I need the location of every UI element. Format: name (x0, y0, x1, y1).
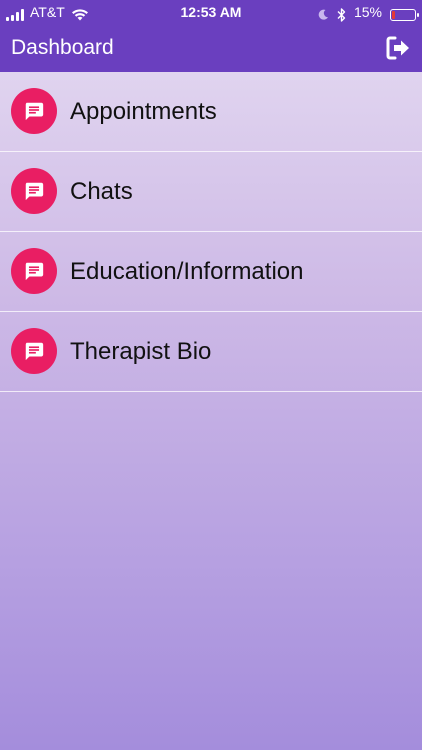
battery-fill (392, 10, 395, 19)
moon-icon (318, 9, 328, 20)
navbar: Dashboard (0, 24, 422, 72)
status-right: 15% (317, 0, 419, 24)
menu-item-label: Therapist Bio (70, 338, 212, 365)
chat-message-icon (11, 88, 57, 134)
chat-message-icon (25, 182, 44, 201)
chat-message-icon (11, 168, 57, 214)
menu-item-chats[interactable]: Chats (0, 152, 422, 232)
chat-message-icon (25, 342, 44, 361)
chat-message-icon (11, 328, 57, 374)
menu-item-label: Appointments (70, 98, 217, 125)
logout-icon[interactable] (384, 34, 412, 62)
chat-message-icon (11, 248, 57, 294)
status-bar: AT&T 12:53 AM 15% (0, 0, 422, 24)
chat-message-icon (25, 262, 44, 281)
menu-item-label: Chats (70, 178, 133, 205)
menu-item-education-information[interactable]: Education/Information (0, 232, 422, 312)
app-header: AT&T 12:53 AM 15% Dashboard (0, 0, 422, 72)
chat-message-icon (25, 102, 44, 121)
page-title: Dashboard (11, 36, 114, 59)
menu-item-appointments[interactable]: Appointments (0, 72, 422, 152)
battery-percent: 15% (353, 4, 382, 20)
bluetooth-icon (337, 7, 346, 22)
menu-item-therapist-bio[interactable]: Therapist Bio (0, 312, 422, 392)
menu-item-label: Education/Information (70, 258, 304, 285)
battery-icon (390, 8, 419, 21)
dashboard-menu: Appointments Chats Education/Information (0, 72, 422, 392)
